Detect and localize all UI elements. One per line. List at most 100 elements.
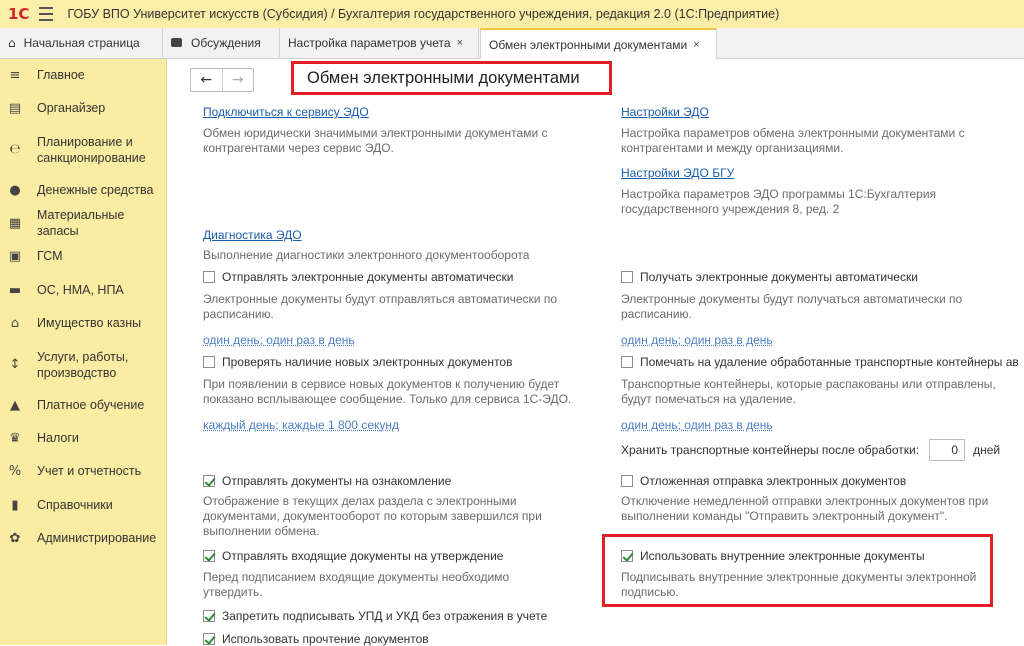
history-navigation: ← → — [190, 68, 254, 92]
bgu-settings-description: Настройка параметров ЭДО программы 1С:Бу… — [621, 187, 937, 216]
check-new-schedule-link[interactable]: каждый день; каждые 1 800 секунд — [203, 418, 399, 432]
truck-icon: ▬ — [8, 282, 22, 298]
edo-settings-link[interactable]: Настройки ЭДО — [621, 105, 709, 119]
send-review-description: Отображение в текущих делах раздела с эл… — [203, 494, 542, 538]
menu-icon: ≡ — [9, 67, 21, 83]
tab-discussions[interactable]: Обсуждения — [163, 28, 280, 57]
use-reading-checkbox[interactable]: Использовать прочтение документов — [203, 632, 429, 646]
planning-icon: ℮ — [9, 141, 21, 157]
checkbox-icon — [621, 271, 633, 283]
deferred-send-checkbox[interactable]: Отложенная отправка электронных документ… — [621, 474, 906, 488]
tab-bar: ⌂ Начальная страница Обсуждения Настройк… — [0, 28, 1024, 59]
storage-days-input[interactable]: 0 — [929, 439, 966, 461]
checkbox-label: Отправлять входящие документы на утвержд… — [222, 549, 504, 563]
send-incoming-checkbox[interactable]: Отправлять входящие документы на утвержд… — [203, 549, 503, 563]
window-title: ГОБУ ВПО Университет искусств (Субсидия)… — [67, 7, 780, 21]
checkbox-label: Отправлять электронные документы автомат… — [222, 270, 514, 284]
auto-send-schedule-link[interactable]: один день; один раз в день — [203, 333, 355, 347]
forward-arrow-icon[interactable]: → — [221, 69, 254, 91]
fuel-icon: ▣ — [8, 248, 22, 264]
sidebar-item-label: Денежные средства — [37, 183, 154, 197]
mark-delete-checkbox[interactable]: Помечать на удаление обработанные трансп… — [621, 355, 1024, 369]
tab-label: Обсуждения — [191, 35, 261, 50]
services-icon: ↕ — [9, 356, 21, 372]
checkbox-label: Использовать прочтение документов — [222, 632, 429, 646]
close-icon[interactable]: × — [693, 39, 699, 51]
home-icon: ⌂ — [8, 35, 16, 50]
auto-receive-description: Электронные документы будут получаться а… — [621, 292, 963, 321]
checkbox-label: Получать электронные документы автоматич… — [640, 270, 918, 284]
auto-receive-schedule-link[interactable]: один день; один раз в день — [621, 333, 773, 347]
checkbox-icon — [203, 550, 215, 562]
check-new-docs-checkbox[interactable]: Проверять наличие новых электронных доку… — [203, 355, 512, 369]
sidebar-item-label: Услуги, работы, производство — [37, 350, 129, 380]
reports-icon: % — [8, 463, 22, 479]
gear-icon: ✿ — [9, 530, 21, 546]
inventory-icon: ▦ — [8, 215, 22, 231]
sidebar-item-label: Органайзер — [37, 101, 106, 115]
checkbox-icon — [203, 633, 215, 645]
connect-edo-link[interactable]: Подключиться к сервису ЭДО — [203, 105, 369, 119]
sidebar-item-label: Платное обучение — [37, 398, 145, 412]
checkbox-icon — [203, 610, 215, 622]
sidebar-item-label: Администрирование — [37, 531, 157, 545]
check-new-docs-description: При появлении в сервисе новых документов… — [203, 377, 572, 406]
checkbox-icon — [621, 356, 633, 368]
mark-delete-description: Транспортные контейнеры, которые распако… — [621, 377, 996, 406]
storage-days-label: Хранить транспортные контейнеры после об… — [621, 443, 920, 457]
diagnostics-edo-description: Выполнение диагностики электронного доку… — [203, 248, 530, 262]
checkbox-icon — [203, 271, 215, 283]
sidebar-item-label: ГСМ — [37, 249, 63, 263]
tab-edo-exchange[interactable]: Обмен электронными документами × — [480, 28, 717, 59]
edo-settings-description: Настройка параметров обмена электронными… — [621, 126, 965, 155]
tab-label: Настройка параметров учета — [288, 35, 451, 50]
mark-delete-schedule-link[interactable]: один день; один раз в день — [621, 418, 773, 432]
sidebar-item-label: Планирование и санкционирование — [37, 135, 146, 165]
sidebar-item-label: Справочники — [37, 498, 113, 512]
checkbox-icon — [203, 356, 215, 368]
checkbox-label: Запретить подписывать УПД и УКД без отра… — [222, 609, 548, 623]
sidebar-item-label: Учет и отчетность — [37, 464, 142, 478]
connect-edo-description: Обмен юридически значимыми электронными … — [203, 126, 548, 155]
auto-send-checkbox[interactable]: Отправлять электронные документы автомат… — [203, 270, 514, 284]
directory-icon: ▮ — [11, 497, 19, 513]
1c-logo: 1С — [8, 5, 30, 23]
sidebar-item-label: Материальные запасы — [37, 208, 125, 238]
close-icon[interactable]: × — [457, 37, 463, 49]
money-icon: ● — [9, 182, 21, 198]
tab-home[interactable]: ⌂ Начальная страница — [0, 28, 163, 57]
tab-label: Обмен электронными документами — [489, 37, 688, 52]
main-menu-icon[interactable] — [39, 7, 54, 21]
checkbox-label: Использовать внутренние электронные доку… — [640, 549, 925, 563]
send-incoming-description: Перед подписанием входящие документы нео… — [203, 570, 510, 599]
back-arrow-icon[interactable]: ← — [191, 69, 222, 91]
checkbox-label: Помечать на удаление обработанные трансп… — [640, 355, 1019, 369]
checkbox-icon — [621, 475, 633, 487]
discussion-icon — [171, 38, 182, 47]
tab-label: Начальная страница — [23, 35, 140, 50]
forbid-sign-checkbox[interactable]: Запретить подписывать УПД и УКД без отра… — [203, 609, 547, 623]
checkbox-icon — [203, 475, 215, 487]
tax-icon: ♛ — [9, 430, 21, 446]
page-title: Обмен электронными документами — [291, 61, 612, 95]
sidebar-item-label: Имущество казны — [37, 316, 142, 330]
sidebar-item-label: Налоги — [37, 431, 79, 445]
internal-docs-description: Подписывать внутренние электронные докум… — [621, 570, 977, 599]
sidebar-item-label: Главное — [37, 68, 85, 82]
tab-accounting-settings[interactable]: Настройка параметров учета × — [280, 28, 479, 57]
diagnostics-edo-link[interactable]: Диагностика ЭДО — [203, 228, 302, 242]
send-review-checkbox[interactable]: Отправлять документы на ознакомление — [203, 474, 451, 488]
auto-send-description: Электронные документы будут отправляться… — [203, 292, 557, 321]
checkbox-icon — [621, 550, 633, 562]
checkbox-label: Отложенная отправка электронных документ… — [640, 474, 907, 488]
sidebar-item-label: ОС, НМА, НПА — [37, 283, 124, 297]
storage-days-unit: дней — [973, 443, 1001, 457]
window-title-bar: 1С ГОБУ ВПО Университет искусств (Субсид… — [0, 0, 1024, 29]
checkbox-label: Проверять наличие новых электронных доку… — [222, 355, 513, 369]
treasury-icon: ⌂ — [10, 315, 20, 331]
storage-days-row: Хранить транспортные контейнеры после об… — [621, 439, 1000, 461]
auto-receive-checkbox[interactable]: Получать электронные документы автоматич… — [621, 270, 918, 284]
internal-docs-checkbox[interactable]: Использовать внутренние электронные доку… — [621, 549, 925, 563]
checkbox-label: Отправлять документы на ознакомление — [222, 474, 452, 488]
bgu-settings-link[interactable]: Настройки ЭДО БГУ — [621, 166, 734, 180]
